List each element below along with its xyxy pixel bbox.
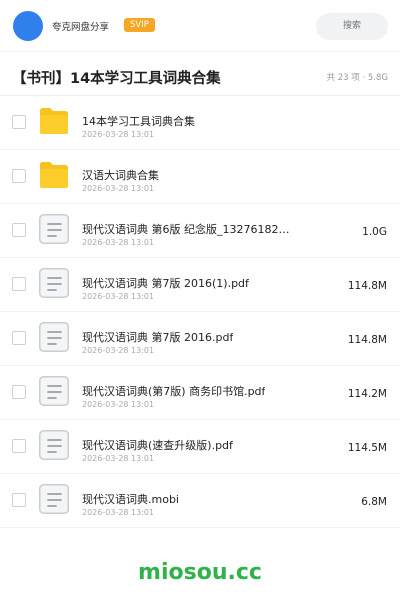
file-row[interactable]: 现代汉语词典 第6版 纪念版_13276182… 2026-03-28 13:0… [0, 204, 400, 258]
document-icon [39, 484, 69, 514]
file-name: 汉语大词典合集 [82, 169, 159, 182]
sharer-name: 夸克网盘分享 [52, 22, 110, 33]
file-name: 现代汉语词典 第7版 2016(1).pdf [82, 277, 249, 290]
avatar[interactable] [13, 11, 43, 41]
document-icon [39, 430, 69, 460]
file-size: 114.5M [347, 442, 387, 454]
file-row[interactable]: 现代汉语词典 第7版 2016.pdf 2026-03-28 13:01 114… [0, 312, 400, 366]
file-row[interactable]: 现代汉语词典(第7版) 商务印书馆.pdf 2026-03-28 13:01 1… [0, 366, 400, 420]
folder-meta: 共 23 项 · 5.8G [326, 73, 388, 83]
document-icon [39, 268, 69, 298]
file-date: 2026-03-28 13:01 [82, 238, 155, 247]
file-name: 现代汉语词典 第7版 2016.pdf [82, 331, 234, 344]
select-checkbox[interactable] [12, 223, 26, 237]
select-checkbox[interactable] [12, 385, 26, 399]
file-name: 现代汉语词典(第7版) 商务印书馆.pdf [82, 385, 266, 398]
select-checkbox[interactable] [12, 493, 26, 507]
select-checkbox[interactable] [12, 439, 26, 453]
select-checkbox[interactable] [12, 169, 26, 183]
file-size: 114.8M [347, 280, 387, 292]
file-date: 2026-03-28 13:01 [82, 346, 155, 355]
svip-badge: SVIP [124, 18, 155, 32]
document-icon [39, 376, 69, 406]
file-date: 2026-03-28 13:01 [82, 454, 155, 463]
file-row[interactable]: 现代汉语词典(速查升级版).pdf 2026-03-28 13:01 114.5… [0, 420, 400, 474]
file-name: 现代汉语词典 第6版 纪念版_13276182… [82, 223, 290, 236]
file-size: 1.0G [362, 226, 387, 238]
watermark: miosou.cc [138, 560, 262, 585]
file-date: 2026-03-28 13:01 [82, 292, 155, 301]
page-title: 【书刊】14本学习工具词典合集 [12, 71, 221, 87]
file-list: 14本学习工具词典合集 2026-03-28 13:01 汉语大词典合集 202… [0, 96, 400, 528]
file-row[interactable]: 汉语大词典合集 2026-03-28 13:01 [0, 150, 400, 204]
file-size: 114.8M [347, 334, 387, 346]
search-input[interactable] [316, 13, 388, 40]
file-row[interactable]: 现代汉语词典 第7版 2016(1).pdf 2026-03-28 13:01 … [0, 258, 400, 312]
document-icon [39, 322, 69, 352]
file-name: 现代汉语词典.mobi [82, 493, 179, 506]
file-name: 现代汉语词典(速查升级版).pdf [82, 439, 233, 452]
select-checkbox[interactable] [12, 331, 26, 345]
folder-icon [40, 108, 68, 134]
file-date: 2026-03-28 13:01 [82, 184, 155, 193]
file-row[interactable]: 14本学习工具词典合集 2026-03-28 13:01 [0, 96, 400, 150]
document-icon [39, 214, 69, 244]
file-size: 6.8M [361, 496, 387, 508]
select-checkbox[interactable] [12, 277, 26, 291]
folder-header: 【书刊】14本学习工具词典合集 共 23 项 · 5.8G [0, 52, 400, 96]
select-checkbox[interactable] [12, 115, 26, 129]
top-bar: 夸克网盘分享 SVIP [0, 0, 400, 52]
file-size: 114.2M [347, 388, 387, 400]
folder-icon [40, 162, 68, 188]
file-date: 2026-03-28 13:01 [82, 400, 155, 409]
file-name: 14本学习工具词典合集 [82, 115, 195, 128]
file-date: 2026-03-28 13:01 [82, 130, 155, 139]
file-date: 2026-03-28 13:01 [82, 508, 155, 517]
file-row[interactable]: 现代汉语词典.mobi 2026-03-28 13:01 6.8M [0, 474, 400, 528]
